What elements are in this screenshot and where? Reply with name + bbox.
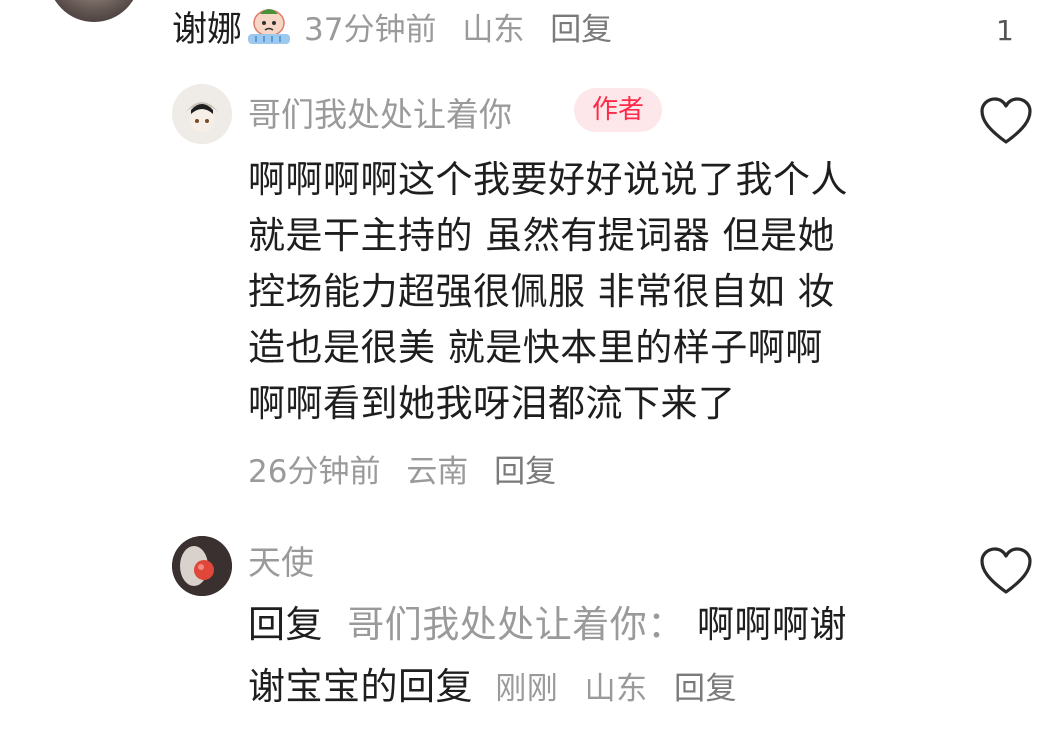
reply2-location: 山东: [584, 671, 648, 707]
reply2-username[interactable]: 天使: [248, 536, 314, 584]
top-comment-meta: 37分钟前 山东 回复: [304, 4, 628, 49]
top-comment-username[interactable]: 谢娜: [172, 1, 242, 52]
reply2-heart-icon[interactable]: [978, 546, 1034, 598]
reply1-heart-icon[interactable]: [978, 96, 1034, 148]
top-comment-location: 山东: [462, 11, 525, 48]
reply2-time: 刚刚: [495, 671, 559, 707]
reply1-line: 啊啊啊啊这个我要好好说说了我个人: [248, 158, 848, 201]
reply1-time: 26分钟前: [248, 454, 381, 490]
reply1-meta: 26分钟前 云南 回复: [248, 446, 572, 491]
reply2-reply-to[interactable]: 哥们我处处让着你：: [347, 603, 685, 646]
reply2-reply-button[interactable]: 回复: [674, 671, 737, 707]
reply2-content: 回复 哥们我处处让着你： 啊啊啊谢 谢宝宝的回复 刚刚 山东 回复: [248, 594, 968, 720]
reply1-line: 啊啊看到她我呀泪都流下来了: [248, 382, 736, 425]
reply1-line: 造也是很美 就是快本里的样子啊啊: [248, 326, 823, 369]
crying-face-icon: [246, 6, 292, 46]
reply2-meta: 刚刚 山东 回复: [495, 671, 753, 707]
top-comment-row: 谢娜 37分钟前 山东 回复: [172, 2, 628, 50]
top-comment-like-count: 1: [996, 14, 1014, 47]
reply1-content: 啊啊啊啊这个我要好好说说了我个人 就是干主持的 虽然有提词器 但是她 控场能力超…: [248, 152, 968, 432]
author-badge: 作者: [574, 88, 663, 132]
reply1-line: 就是干主持的 虽然有提词器 但是她: [248, 214, 836, 257]
reply1-username[interactable]: 哥们我处处让着你: [248, 88, 512, 136]
reply2-line-2: 谢宝宝的回复 刚刚 山东 回复: [248, 656, 968, 720]
reply2-reply-prefix: 回复: [248, 603, 323, 646]
top-comment-avatar[interactable]: [48, 0, 140, 22]
reply1-location: 云南: [406, 454, 469, 490]
reply2-avatar[interactable]: [172, 536, 232, 596]
reply2-line-1: 回复 哥们我处处让着你： 啊啊啊谢: [248, 594, 968, 656]
reply1-line: 控场能力超强很佩服 非常很自如 妆: [248, 270, 836, 313]
reply1-avatar[interactable]: [172, 84, 232, 144]
top-comment-reply-button[interactable]: 回复: [550, 12, 612, 48]
reply1-reply-button[interactable]: 回复: [494, 454, 556, 490]
reply2-text-part1: 啊啊啊谢: [697, 603, 848, 646]
top-comment-time: 37分钟前: [304, 11, 437, 48]
reply2-text-part2: 谢宝宝的回复: [248, 665, 473, 708]
